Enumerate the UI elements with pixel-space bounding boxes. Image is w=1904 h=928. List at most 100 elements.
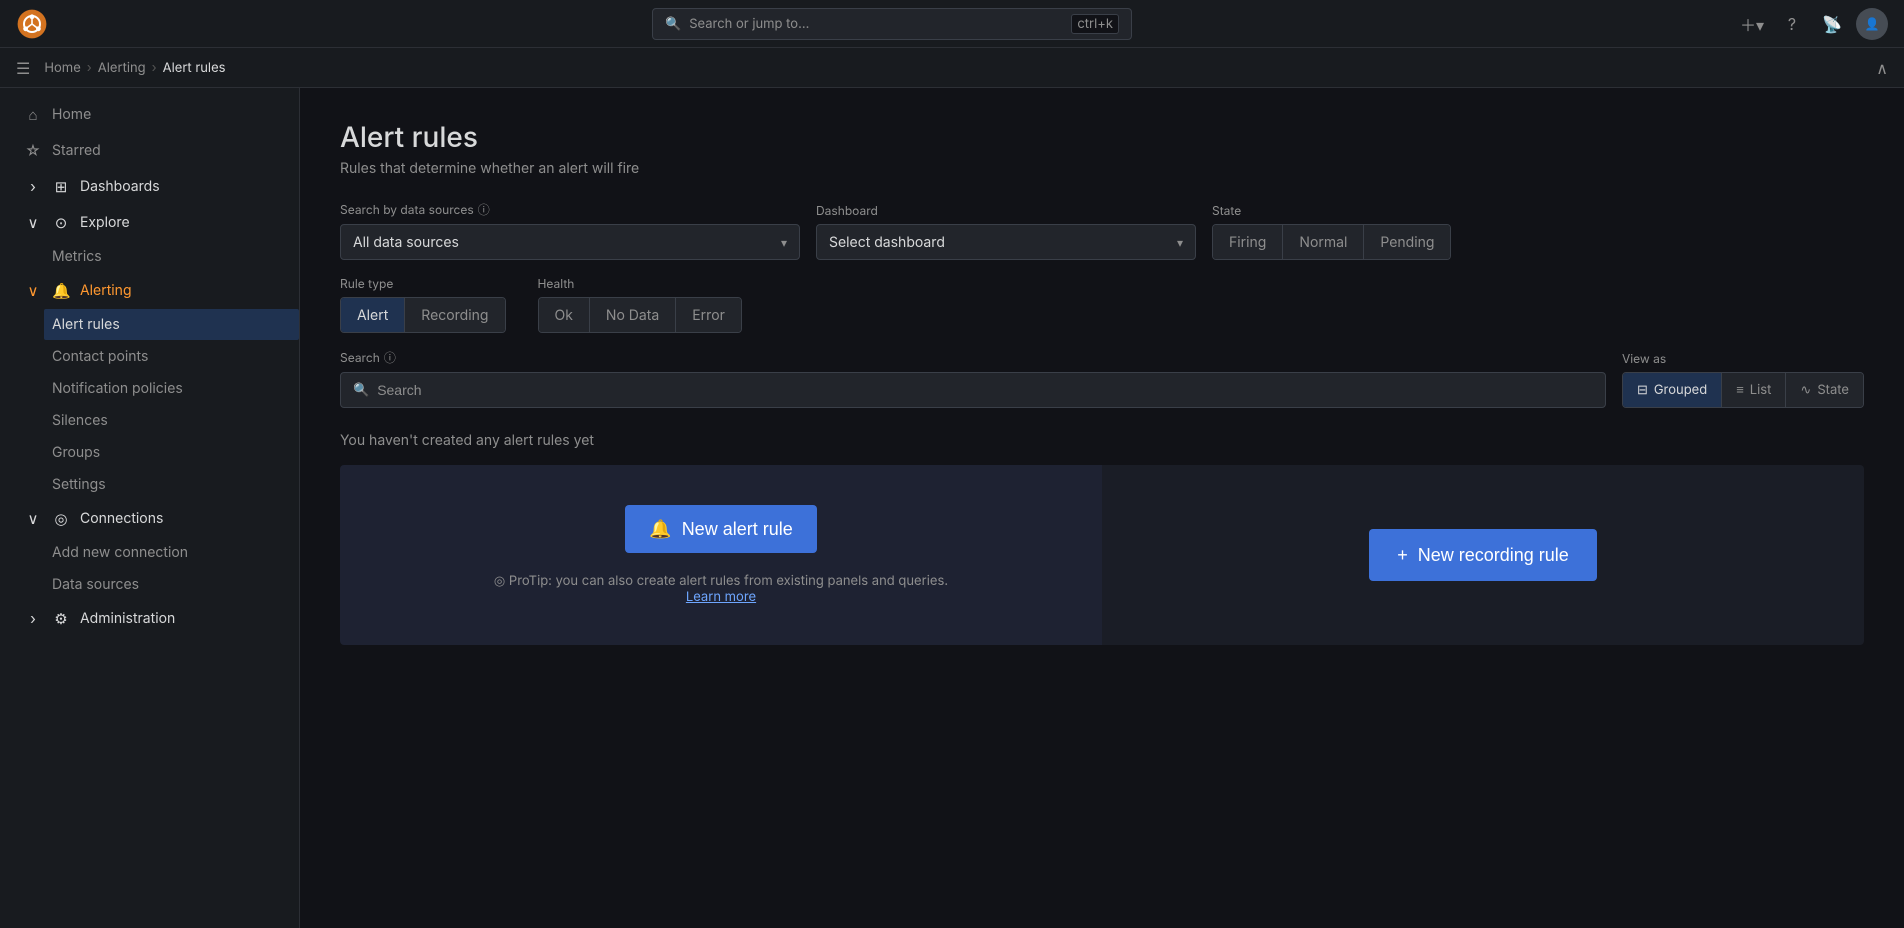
sidebar-item-alert-rules[interactable]: Alert rules: [44, 309, 299, 340]
plus-icon: ＋▾: [1740, 12, 1764, 36]
state-btn-normal[interactable]: Normal: [1283, 225, 1364, 259]
breadcrumb-sep-2: ›: [152, 60, 157, 76]
view-as-group: View as ⊟ Grouped ≡ List ∿ State: [1622, 351, 1864, 408]
search-area: 🔍 Search or jump to... ctrl+k: [56, 8, 1728, 40]
view-as-btn-state[interactable]: ∿ State: [1786, 373, 1863, 407]
sidebar-item-administration[interactable]: › ⚙ Administration: [8, 601, 291, 636]
user-avatar[interactable]: 👤: [1856, 8, 1888, 40]
view-as-btn-grouped[interactable]: ⊟ Grouped: [1623, 373, 1722, 407]
search-row: Search ⓘ 🔍 View as ⊟ Grouped ≡: [340, 349, 1864, 408]
sidebar-label-notification-policies: Notification policies: [52, 380, 183, 397]
search-icon: 🔍: [665, 16, 681, 32]
filter-dashboard-select[interactable]: Select dashboard ▾: [816, 224, 1196, 260]
datasources-select-arrow: ▾: [781, 235, 787, 250]
help-button[interactable]: ?: [1776, 8, 1808, 40]
filter-dashboard-label: Dashboard: [816, 203, 1196, 218]
alerting-subsection: Alert rules Contact points Notification …: [44, 309, 299, 500]
breadcrumb-home[interactable]: Home: [44, 60, 80, 76]
connections-collapse-icon: ∨: [24, 509, 42, 528]
sidebar-label-metrics: Metrics: [52, 248, 102, 265]
connections-icon: ◎: [52, 509, 70, 528]
rule-type-btn-recording[interactable]: Recording: [405, 298, 504, 332]
sidebar-item-explore[interactable]: ∨ ⊙ Explore: [8, 205, 291, 240]
star-icon: ☆: [24, 141, 42, 160]
grouped-icon: ⊟: [1637, 382, 1648, 398]
search-input[interactable]: [377, 382, 1593, 398]
protip-text: ◎ ProTip: you can also create alert rule…: [494, 573, 948, 605]
breadcrumb-alerting[interactable]: Alerting: [98, 60, 146, 76]
sidebar-item-add-new-connection[interactable]: Add new connection: [44, 537, 299, 568]
page-subtitle: Rules that determine whether an alert wi…: [340, 160, 1864, 177]
health-btn-no-data[interactable]: No Data: [590, 298, 676, 332]
sidebar-label-settings: Settings: [52, 476, 106, 493]
search-filter-group: Search ⓘ 🔍: [340, 349, 1606, 408]
new-alert-rule-button[interactable]: 🔔 New alert rule: [625, 505, 816, 553]
sidebar-item-silences[interactable]: Silences: [44, 405, 299, 436]
sidebar-label-administration: Administration: [80, 610, 175, 627]
home-icon: ⌂: [24, 105, 42, 124]
sidebar-item-starred[interactable]: ☆ Starred: [8, 133, 291, 168]
view-as-btn-list[interactable]: ≡ List: [1722, 373, 1786, 407]
main-content: Alert rules Rules that determine whether…: [300, 88, 1904, 928]
main-layout: ⌂ Home ☆ Starred › ⊞ Dashboards ∨ ⊙ Expl…: [0, 88, 1904, 928]
health-buttons-group: Ok No Data Error: [538, 297, 742, 333]
state-btn-firing[interactable]: Firing: [1213, 225, 1283, 259]
filter-state-group: State Firing Normal Pending: [1212, 203, 1451, 260]
sidebar-item-home[interactable]: ⌂ Home: [8, 97, 291, 132]
grafana-logo: [16, 8, 48, 40]
health-btn-error[interactable]: Error: [676, 298, 741, 332]
dashboards-icon: ⊞: [52, 177, 70, 196]
sidebar-item-alerting[interactable]: ∨ 🔔 Alerting: [8, 273, 291, 308]
sidebar-item-connections[interactable]: ∨ ◎ Connections: [8, 501, 291, 536]
sidebar-label-dashboards: Dashboards: [80, 178, 160, 195]
sidebar-item-settings[interactable]: Settings: [44, 469, 299, 500]
sidebar-label-add-new-connection: Add new connection: [52, 544, 188, 561]
new-recording-rule-button[interactable]: + New recording rule: [1369, 529, 1597, 581]
cta-area: 🔔 New alert rule ◎ ProTip: you can also …: [340, 465, 1864, 645]
administration-collapse-icon: ›: [24, 609, 42, 628]
sidebar-label-explore: Explore: [80, 214, 130, 231]
sidebar-label-starred: Starred: [52, 142, 101, 159]
filter-row-2: Rule type Alert Recording Health: [340, 276, 1864, 333]
sidebar-item-notification-policies[interactable]: Notification policies: [44, 373, 299, 404]
add-menu-button[interactable]: ＋▾: [1736, 8, 1768, 40]
filter-health-group: Health Ok No Data Error: [538, 276, 742, 333]
explore-icon: ⊙: [52, 213, 70, 232]
filter-datasources-group: Search by data sources ⓘ All data source…: [340, 201, 800, 260]
list-icon: ≡: [1736, 382, 1744, 398]
explore-subsection: Metrics: [44, 241, 299, 272]
sidebar-item-data-sources[interactable]: Data sources: [44, 569, 299, 600]
search-info-icon: ⓘ: [384, 349, 396, 366]
global-search-bar[interactable]: 🔍 Search or jump to... ctrl+k: [652, 8, 1132, 40]
search-icon: 🔍: [353, 382, 369, 398]
sidebar-label-groups: Groups: [52, 444, 100, 461]
sidebar-label-home: Home: [52, 106, 91, 123]
sidebar-item-dashboards[interactable]: › ⊞ Dashboards: [8, 169, 291, 204]
sidebar-toggle-icon[interactable]: ☰: [16, 58, 30, 78]
filter-dashboard-group: Dashboard Select dashboard ▾: [816, 203, 1196, 260]
topbar-right: ＋▾ ? 📡 👤: [1736, 8, 1888, 40]
filter-row-1: Search by data sources ⓘ All data source…: [340, 201, 1864, 260]
state-btn-pending[interactable]: Pending: [1364, 225, 1450, 259]
sidebar-item-metrics[interactable]: Metrics: [44, 241, 299, 272]
filter-datasources-select[interactable]: All data sources ▾: [340, 224, 800, 260]
filter-dashboard-value: Select dashboard: [829, 234, 945, 251]
sidebar: ⌂ Home ☆ Starred › ⊞ Dashboards ∨ ⊙ Expl…: [0, 88, 300, 928]
filter-ruletype-group: Rule type Alert Recording: [340, 276, 506, 333]
news-button[interactable]: 📡: [1816, 8, 1848, 40]
view-as-buttons-group: ⊟ Grouped ≡ List ∿ State: [1622, 372, 1864, 408]
protip-learn-more-link[interactable]: Learn more: [686, 589, 756, 605]
breadcrumb-collapse-icon[interactable]: ∧: [1876, 58, 1888, 78]
search-label: Search ⓘ: [340, 349, 1606, 366]
health-btn-ok[interactable]: Ok: [539, 298, 590, 332]
avatar-icon: 👤: [1865, 16, 1880, 31]
filter-health-label: Health: [538, 276, 742, 291]
bell-icon: 🔔: [649, 519, 671, 540]
sidebar-item-groups[interactable]: Groups: [44, 437, 299, 468]
datasources-info-icon: ⓘ: [478, 201, 490, 218]
plus-recording-icon: +: [1397, 545, 1408, 566]
view-as-label: View as: [1622, 351, 1864, 366]
sidebar-item-contact-points[interactable]: Contact points: [44, 341, 299, 372]
rule-type-btn-alert[interactable]: Alert: [341, 298, 405, 332]
administration-icon: ⚙: [52, 609, 70, 628]
